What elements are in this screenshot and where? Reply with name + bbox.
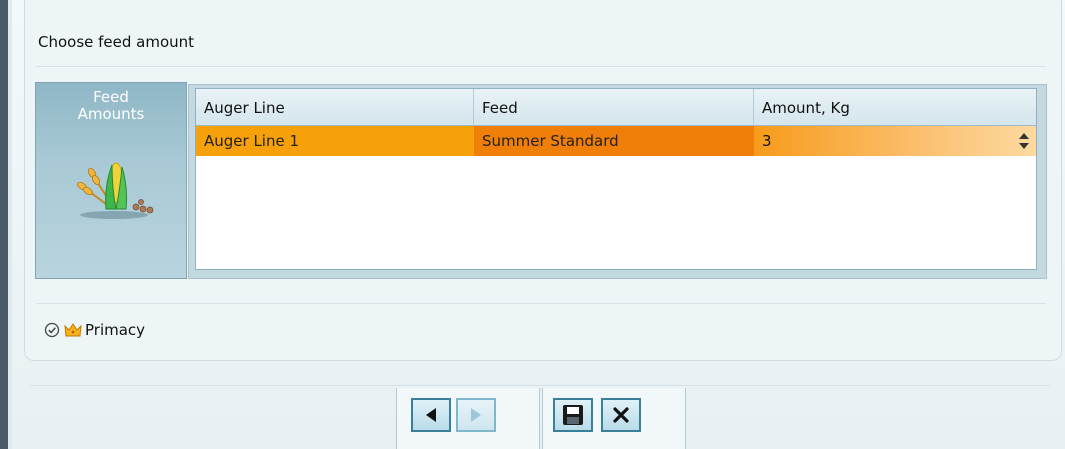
amount-spin-input[interactable]: 3 <box>754 126 1036 156</box>
wheat-corn-icon <box>77 162 154 219</box>
arrow-left-icon <box>426 408 436 422</box>
next-button[interactable] <box>456 398 496 432</box>
primacy-label: Primacy <box>85 321 146 339</box>
amount-value: 3 <box>762 132 772 150</box>
page-title: Choose feed amount <box>38 33 195 51</box>
floppy-disk-icon <box>563 405 583 425</box>
crown-icon <box>64 323 82 337</box>
spinner-arrows-icon[interactable] <box>1018 132 1030 150</box>
toolbar-divider <box>30 385 1050 386</box>
primacy-indicator[interactable]: Primacy <box>44 320 145 340</box>
cell-auger-line[interactable]: Auger Line 1 <box>196 126 474 156</box>
arrow-right-icon <box>471 408 481 422</box>
table-row[interactable]: Auger Line 1 Summer Standard 3 <box>196 126 1036 156</box>
column-header-auger-line[interactable]: Auger Line <box>196 89 474 125</box>
actions-group <box>542 388 686 449</box>
check-circle-icon <box>44 322 60 338</box>
column-header-amount[interactable]: Amount, Kg <box>754 89 1036 125</box>
feed-amount-grid: Auger Line Feed Amount, Kg Auger Line 1 … <box>195 88 1037 270</box>
grid-divider <box>36 303 1046 304</box>
cancel-button[interactable] <box>601 398 641 432</box>
column-header-feed[interactable]: Feed <box>474 89 754 125</box>
cell-feed[interactable]: Summer Standard <box>474 126 754 156</box>
title-divider <box>36 66 1046 67</box>
toolbar <box>392 388 686 449</box>
feed-amounts-card: Feed Amounts <box>35 82 187 279</box>
navigation-group <box>396 388 540 449</box>
back-button[interactable] <box>411 398 451 432</box>
grid-header: Auger Line Feed Amount, Kg <box>196 89 1036 126</box>
feed-card-title: Feed Amounts <box>77 88 145 123</box>
save-button[interactable] <box>553 398 593 432</box>
close-icon <box>613 407 629 423</box>
window-edge <box>0 0 8 449</box>
